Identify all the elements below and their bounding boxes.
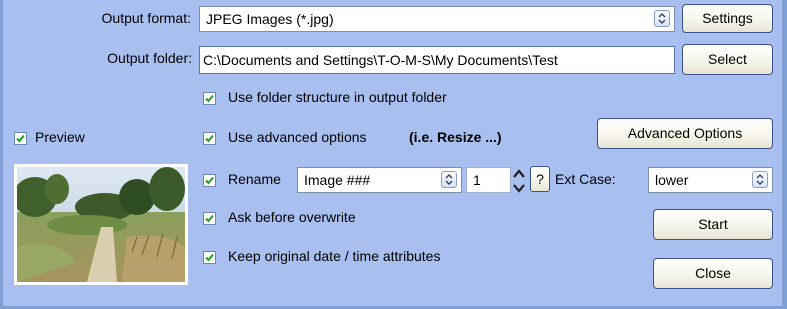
output-format-select[interactable]: JPEG Images (*.jpg) [199, 6, 675, 32]
checkmark-icon [16, 134, 25, 143]
preview-image [14, 164, 188, 285]
checkmark-icon [205, 214, 214, 223]
settings-button[interactable]: Settings [682, 4, 773, 33]
rename-pattern-select[interactable]: Image ### [297, 167, 462, 193]
ext-case-value: lower [655, 172, 689, 188]
converter-panel: Output format: JPEG Images (*.jpg) Setti… [3, 0, 782, 306]
checkmark-icon [205, 253, 214, 262]
dropdown-arrow-icon[interactable] [654, 10, 670, 27]
rename-checkbox[interactable] [203, 174, 216, 187]
spin-up-down-icon[interactable] [511, 166, 527, 196]
start-button[interactable]: Start [653, 209, 773, 240]
checkmark-icon [205, 94, 214, 103]
select-folder-button[interactable]: Select [682, 44, 773, 75]
folder-structure-label: Use folder structure in output folder [228, 89, 447, 105]
output-format-label: Output format: [101, 10, 191, 26]
keep-dates-label: Keep original date / time attributes [228, 248, 441, 264]
advanced-options-label: Use advanced options [228, 129, 367, 145]
preview-checkbox[interactable] [14, 132, 27, 145]
ext-case-label: Ext Case: [555, 171, 616, 187]
checkmark-icon [205, 134, 214, 143]
landscape-preview-image [17, 167, 185, 282]
advanced-options-button[interactable]: Advanced Options [597, 118, 773, 149]
rename-help-button[interactable]: ? [530, 166, 550, 192]
ext-case-select[interactable]: lower [648, 167, 773, 193]
checkmark-icon [205, 176, 214, 185]
rename-start-number-value: 1 [473, 172, 481, 188]
output-folder-field[interactable]: C:\Documents and Settings\T-O-M-S\My Doc… [199, 46, 675, 74]
ask-overwrite-label: Ask before overwrite [228, 209, 356, 225]
dropdown-arrow-icon[interactable] [441, 171, 457, 188]
advanced-options-checkbox[interactable] [203, 132, 216, 145]
advanced-options-hint: (i.e. Resize ...) [409, 129, 502, 145]
rename-label: Rename [228, 171, 281, 187]
preview-label: Preview [35, 129, 85, 145]
keep-dates-checkbox[interactable] [203, 251, 216, 264]
output-format-value: JPEG Images (*.jpg) [206, 11, 334, 27]
ask-overwrite-checkbox[interactable] [203, 212, 216, 225]
output-folder-label: Output folder: [107, 50, 192, 66]
rename-pattern-value: Image ### [304, 172, 371, 188]
dropdown-arrow-icon[interactable] [752, 171, 768, 188]
close-button[interactable]: Close [653, 258, 773, 289]
rename-start-number-field[interactable]: 1 [466, 167, 511, 193]
folder-structure-checkbox[interactable] [203, 92, 216, 105]
